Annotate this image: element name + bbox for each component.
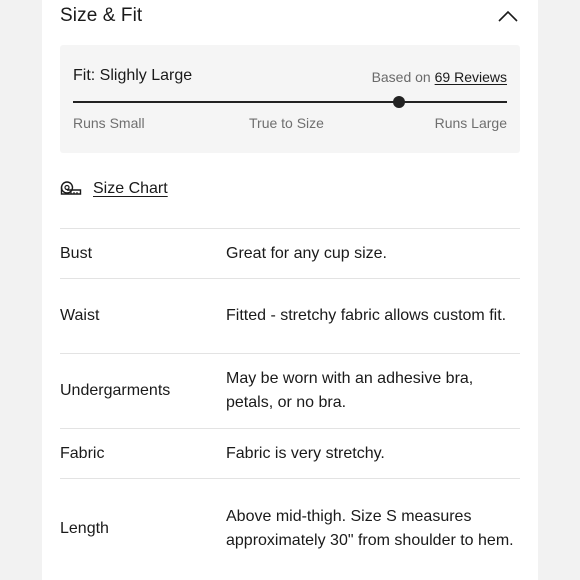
fit-label: Fit: Slighly Large (73, 67, 193, 84)
scale-label-runs-large: Runs Large (434, 115, 507, 131)
table-row-undergarments: Undergarments May be worn with an adhesi… (60, 353, 520, 428)
table-row-waist: Waist Fitted - stretchy fabric allows cu… (60, 278, 520, 353)
chevron-up-icon[interactable] (496, 6, 520, 26)
spec-value: Great for any cup size. (226, 244, 387, 262)
fit-details-table: Bust Great for any cup size. Waist Fitte… (60, 228, 520, 578)
spec-value: Fabric is very stretchy. (226, 444, 385, 462)
spec-value: Fitted - stretchy fabric allows custom f… (226, 307, 507, 324)
fit-scale-track (73, 96, 507, 108)
spec-value: Above mid-thigh. Size S measures approxi… (226, 507, 514, 549)
reviews-link[interactable]: 69 Reviews (435, 69, 507, 85)
spec-name: Length (60, 519, 109, 537)
size-fit-header[interactable]: Size & Fit (60, 0, 520, 36)
spec-name: Waist (60, 307, 100, 324)
spec-name: Undergarments (60, 382, 171, 399)
scale-label-true-to-size: True to Size (249, 115, 324, 131)
section-title: Size & Fit (60, 5, 143, 26)
table-row-fabric: Fabric Fabric is very stretchy. (60, 428, 520, 478)
measuring-tape-icon (60, 180, 82, 198)
spec-value: May be worn with an adhesive bra, petals… (226, 370, 474, 411)
spec-name: Fabric (60, 444, 105, 462)
table-row-bust: Bust Great for any cup size. (60, 228, 520, 278)
size-chart-link[interactable]: Size Chart (60, 178, 168, 200)
based-on-text: Based on 69 Reviews (372, 69, 507, 85)
fit-summary: Fit: Slighly Large Based on 69 Reviews R… (60, 45, 520, 153)
scale-label-runs-small: Runs Small (73, 115, 145, 131)
fit-scale-marker (392, 96, 405, 108)
table-row-length: Length Above mid-thigh. Size S measures … (60, 478, 520, 578)
size-chart-label[interactable]: Size Chart (93, 180, 168, 198)
based-on-prefix: Based on (371, 69, 431, 85)
spec-name: Bust (60, 244, 93, 262)
